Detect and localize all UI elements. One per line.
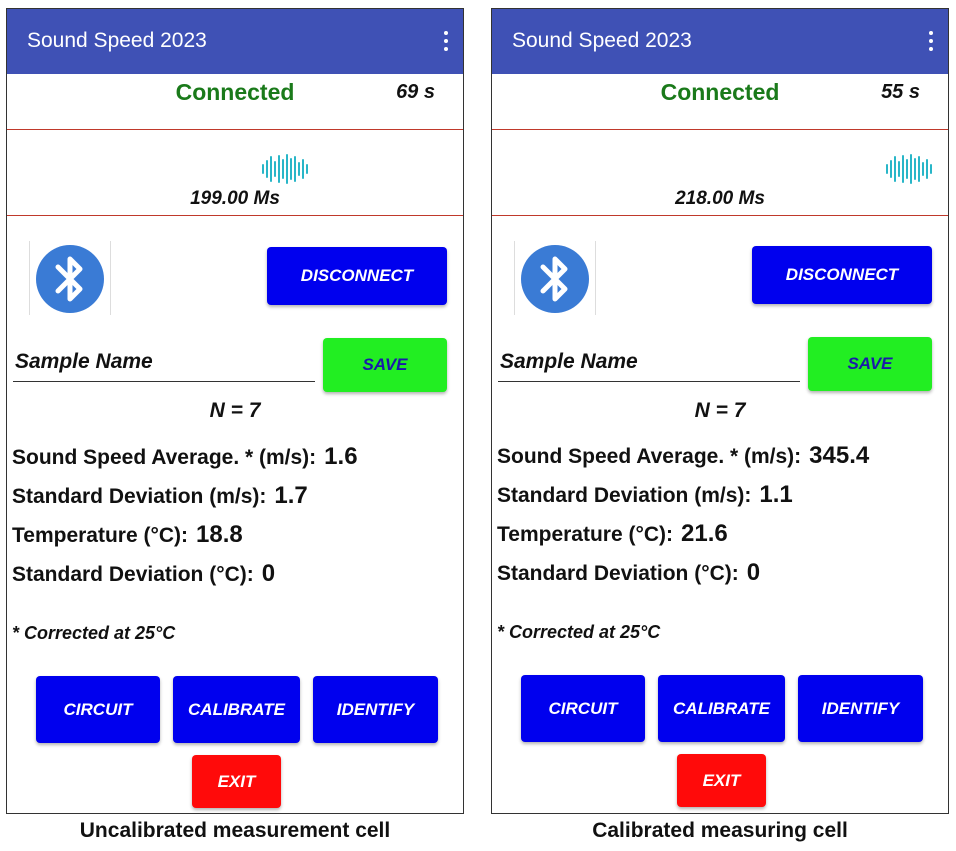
bluetooth-button[interactable] — [29, 241, 111, 315]
speed-average-value: 345.4 — [809, 442, 870, 469]
app-bar: Sound Speed 2023 — [7, 9, 463, 74]
disconnect-button[interactable]: DISCONNECT — [267, 247, 447, 305]
speed-average-label: Sound Speed Average. * (m/s): — [12, 446, 317, 469]
exit-button[interactable]: EXIT — [192, 755, 281, 808]
sound-wave-icon — [262, 154, 308, 184]
correction-note: * Corrected at 25°C — [12, 623, 176, 643]
speed-sd-row: Standard Deviation (m/s): 1.7 — [12, 482, 308, 510]
save-button[interactable]: SAVE — [323, 338, 447, 392]
sample-name-field[interactable]: Sample Name — [498, 349, 800, 382]
sample-count: N = 7 — [694, 399, 746, 422]
more-vert-icon[interactable] — [928, 31, 934, 53]
connection-status-bar: Connected 69 s — [7, 73, 463, 130]
bluetooth-icon — [521, 245, 589, 313]
sample-rate: 199.00 Ms — [190, 188, 280, 209]
more-vert-icon[interactable] — [443, 31, 449, 53]
temperature-value: 21.6 — [681, 520, 728, 547]
bluetooth-icon — [36, 245, 104, 313]
connection-status: Connected — [175, 79, 295, 105]
phone-screen-calibrated: Sound Speed 2023 Connected 55 s 218.00 M… — [491, 8, 949, 814]
phone-screen-uncalibrated: Sound Speed 2023 Connected 69 s 199.00 M… — [6, 8, 464, 814]
speed-average-row: Sound Speed Average. * (m/s): 1.6 — [12, 443, 358, 471]
temperature-label: Temperature (°C): — [497, 523, 674, 546]
app-bar: Sound Speed 2023 — [492, 9, 948, 74]
circuit-button[interactable]: CIRCUIT — [521, 675, 645, 742]
temperature-sd-value: 0 — [746, 559, 761, 586]
speed-sd-value: 1.1 — [759, 481, 793, 508]
elapsed-time: 69 s — [396, 81, 435, 103]
speed-sd-row: Standard Deviation (m/s): 1.1 — [497, 481, 793, 509]
sound-wave-icon — [886, 154, 932, 184]
temperature-value: 18.8 — [196, 521, 243, 548]
correction-note: * Corrected at 25°C — [497, 622, 661, 642]
caption-uncalibrated: Uncalibrated measurement cell — [79, 819, 391, 842]
speed-average-value: 1.6 — [324, 443, 358, 470]
temperature-sd-value: 0 — [261, 560, 276, 587]
calibrate-button[interactable]: CALIBRATE — [173, 676, 300, 743]
app-title: Sound Speed 2023 — [512, 29, 692, 52]
save-button[interactable]: SAVE — [808, 337, 932, 391]
speed-sd-value: 1.7 — [274, 482, 308, 509]
temperature-row: Temperature (°C): 21.6 — [497, 520, 728, 548]
temperature-sd-label: Standard Deviation (°C): — [12, 563, 254, 586]
bluetooth-button[interactable] — [514, 241, 596, 315]
temperature-sd-label: Standard Deviation (°C): — [497, 562, 739, 585]
speed-sd-label: Standard Deviation (m/s): — [12, 485, 267, 508]
sample-name-placeholder: Sample Name — [15, 350, 153, 373]
calibrate-button[interactable]: CALIBRATE — [658, 675, 785, 742]
disconnect-button[interactable]: DISCONNECT — [752, 246, 932, 304]
circuit-button[interactable]: CIRCUIT — [36, 676, 160, 743]
temperature-row: Temperature (°C): 18.8 — [12, 521, 243, 549]
temperature-label: Temperature (°C): — [12, 524, 189, 547]
speed-average-row: Sound Speed Average. * (m/s): 345.4 — [497, 442, 869, 470]
caption-calibrated: Calibrated measuring cell — [592, 819, 848, 842]
speed-average-label: Sound Speed Average. * (m/s): — [497, 445, 802, 468]
speed-sd-label: Standard Deviation (m/s): — [497, 484, 752, 507]
connection-status-bar: Connected 55 s — [492, 73, 948, 130]
sample-name-field[interactable]: Sample Name — [13, 349, 315, 382]
signal-panel: 218.00 Ms — [492, 130, 948, 216]
identify-button[interactable]: IDENTIFY — [798, 675, 923, 742]
temperature-sd-row: Standard Deviation (°C): 0 — [12, 560, 275, 588]
sample-rate: 218.00 Ms — [675, 188, 765, 209]
exit-button[interactable]: EXIT — [677, 754, 766, 807]
temperature-sd-row: Standard Deviation (°C): 0 — [497, 559, 760, 587]
sample-name-placeholder: Sample Name — [500, 350, 638, 373]
identify-button[interactable]: IDENTIFY — [313, 676, 438, 743]
connection-status: Connected — [660, 79, 780, 105]
signal-panel: 199.00 Ms — [7, 130, 463, 216]
sample-count: N = 7 — [209, 399, 261, 422]
app-title: Sound Speed 2023 — [27, 29, 207, 52]
elapsed-time: 55 s — [881, 81, 920, 103]
